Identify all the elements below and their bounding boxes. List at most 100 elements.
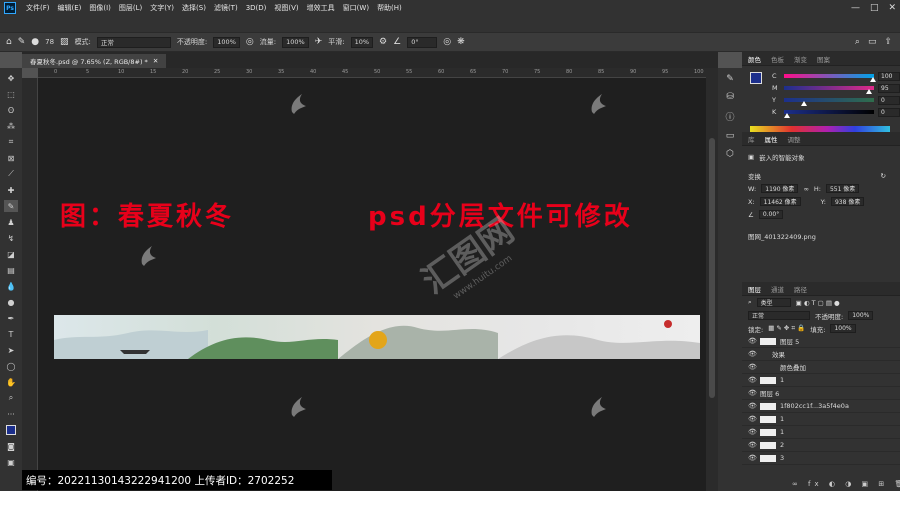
smooth-field[interactable]: 10% [350, 36, 374, 48]
menu-select[interactable]: 选择(S) [178, 3, 210, 13]
layer-row[interactable]: 👁 1f802cc1f...3a5f4e0a [742, 400, 900, 413]
fill-field[interactable]: 100% [830, 324, 856, 333]
layer-row[interactable]: 👁 1 [742, 426, 900, 439]
eye-icon[interactable]: 👁 [748, 454, 757, 462]
panel-brush-icon[interactable]: ✎ [726, 74, 734, 84]
eye-icon[interactable]: 👁 [748, 363, 757, 371]
menu-layer[interactable]: 图层(L) [115, 3, 146, 13]
eye-icon[interactable]: 👁 [748, 428, 757, 436]
pressure-opacity-icon[interactable]: ◎ [246, 37, 254, 47]
frame-tool-icon[interactable]: ⊠ [4, 152, 18, 164]
layer-row[interactable]: 👁 颜色叠加 [742, 361, 900, 374]
pressure-size-icon[interactable]: ◎ [443, 37, 451, 47]
panel-cube-icon[interactable]: ⬡ [726, 149, 734, 159]
y-field[interactable]: 938 像素 [830, 197, 865, 206]
path-select-icon[interactable]: ➤ [4, 344, 18, 356]
symmetry-icon[interactable]: ❋ [457, 37, 465, 47]
blend-mode-select[interactable]: 正常 [748, 311, 810, 320]
gear-icon[interactable]: ⚙ [379, 37, 387, 47]
app-logo[interactable]: Ps [4, 2, 16, 14]
brush-preset-icon[interactable]: ● [31, 37, 39, 47]
color-swatch-icon[interactable] [4, 424, 18, 436]
width-field[interactable]: 1190 像素 [761, 184, 799, 193]
menu-image[interactable]: 图像(I) [85, 3, 115, 13]
tab-paths[interactable]: 路径 [794, 284, 807, 294]
slider-knob[interactable] [801, 101, 808, 106]
menu-window[interactable]: 窗口(W) [339, 3, 373, 13]
eye-icon[interactable]: 👁 [748, 389, 757, 397]
layer-row[interactable]: 👁 1 [742, 374, 900, 387]
document-tab[interactable]: 春夏秋冬.psd @ 7.65% (Z, RGB/8#) * ✕ [22, 54, 167, 68]
lasso-tool-icon[interactable]: ʘ [4, 104, 18, 116]
zoom-tool-icon[interactable]: ⌕ [4, 392, 18, 404]
menu-view[interactable]: 视图(V) [270, 3, 302, 13]
marquee-tool-icon[interactable]: ⬚ [4, 88, 18, 100]
share-icon[interactable]: ⇪ [884, 37, 892, 47]
angle-field[interactable]: 0.00° [758, 210, 784, 219]
tab-swatches[interactable]: 色板 [771, 54, 784, 64]
crop-tool-icon[interactable]: ⌗ [4, 136, 18, 148]
shape-tool-icon[interactable]: ◯ [4, 360, 18, 372]
tab-adjustments[interactable]: 调整 [788, 134, 801, 144]
layer-row[interactable]: 👁 效果 [742, 348, 900, 361]
filter-icons[interactable]: ▣ ◐ T ▢ ▤ ● [796, 299, 840, 307]
canvas-area[interactable]: 图：春夏秋冬 psd分层文件可修改 汇图网 www.huitu.com [38, 78, 706, 491]
tab-close-icon[interactable]: ✕ [153, 57, 158, 65]
layer-row[interactable]: 👁 图层 6 [742, 387, 900, 400]
channel-slider[interactable] [784, 74, 876, 82]
tab-patterns[interactable]: 图案 [817, 54, 830, 64]
channel-slider[interactable] [784, 110, 874, 118]
close-icon[interactable]: ✕ [888, 3, 896, 13]
menu-3d[interactable]: 3D(D) [242, 4, 271, 12]
opacity-field[interactable]: 100% [213, 36, 240, 48]
layer-filter-select[interactable]: 类型 [756, 298, 791, 307]
flow-field[interactable]: 100% [282, 36, 309, 48]
type-tool-icon[interactable]: T [4, 328, 18, 340]
slider-knob[interactable] [870, 77, 876, 82]
hand-tool-icon[interactable]: ✋ [4, 376, 18, 388]
history-brush-icon[interactable]: ↯ [4, 232, 18, 244]
channel-value-field[interactable]: 100 [878, 71, 900, 81]
reset-icon[interactable]: ↻ [881, 172, 900, 180]
home-icon[interactable]: ⌂ [6, 37, 12, 47]
tab-color[interactable]: 颜色 [748, 54, 761, 64]
channel-slider[interactable] [784, 98, 874, 106]
brush-size[interactable]: 78 [45, 38, 54, 46]
eyedropper-tool-icon[interactable]: ⟋ [4, 168, 18, 180]
gradient-tool-icon[interactable]: ▤ [4, 264, 18, 276]
brush-settings-icon[interactable]: ▨ [60, 37, 69, 47]
move-tool-icon[interactable]: ✥ [4, 72, 18, 84]
slider-knob[interactable] [865, 89, 872, 94]
workspace-icon[interactable]: ▭ [868, 37, 877, 47]
lock-icons[interactable]: ▦ ✎ ✥ ⌗ 🔒 [768, 324, 805, 333]
screen-mode-icon[interactable]: ▣ [4, 456, 18, 468]
brush-tool-icon[interactable]: ✎ [18, 37, 26, 47]
x-field[interactable]: 11462 像素 [759, 197, 801, 206]
layer-opacity-field[interactable]: 100% [848, 311, 874, 320]
eye-icon[interactable]: 👁 [748, 415, 757, 423]
layer-row[interactable]: 👁 2 [742, 439, 900, 452]
menu-help[interactable]: 帮助(H) [373, 3, 406, 13]
menu-type[interactable]: 文字(Y) [146, 3, 178, 13]
quick-select-tool-icon[interactable]: ⁂ [4, 120, 18, 132]
minimize-icon[interactable]: — [851, 3, 860, 13]
channel-value-field[interactable]: 0 [878, 95, 900, 105]
search-icon[interactable]: ⌕ [855, 37, 860, 47]
menu-filter[interactable]: 滤镜(T) [210, 3, 242, 13]
tab-channels[interactable]: 通道 [771, 284, 784, 294]
airbrush-icon[interactable]: ✈ [315, 37, 323, 47]
panel-comment-icon[interactable]: ▭ [726, 131, 735, 141]
panel-info-icon[interactable]: ⓘ [725, 110, 734, 123]
tab-properties[interactable]: 属性 [765, 134, 778, 144]
menu-file[interactable]: 文件(F) [22, 3, 54, 13]
blur-tool-icon[interactable]: 💧 [4, 280, 18, 292]
mode-select[interactable]: 正常 [96, 36, 171, 48]
eye-icon[interactable]: 👁 [748, 337, 757, 345]
eraser-tool-icon[interactable]: ◪ [4, 248, 18, 260]
tab-libraries[interactable]: 库 [748, 134, 755, 144]
channel-value-field[interactable]: 95 [878, 83, 900, 93]
eye-icon[interactable]: 👁 [748, 402, 757, 410]
height-field[interactable]: 551 像素 [825, 184, 860, 193]
pen-tool-icon[interactable]: ✒ [4, 312, 18, 324]
angle-field[interactable]: 0° [407, 36, 438, 48]
